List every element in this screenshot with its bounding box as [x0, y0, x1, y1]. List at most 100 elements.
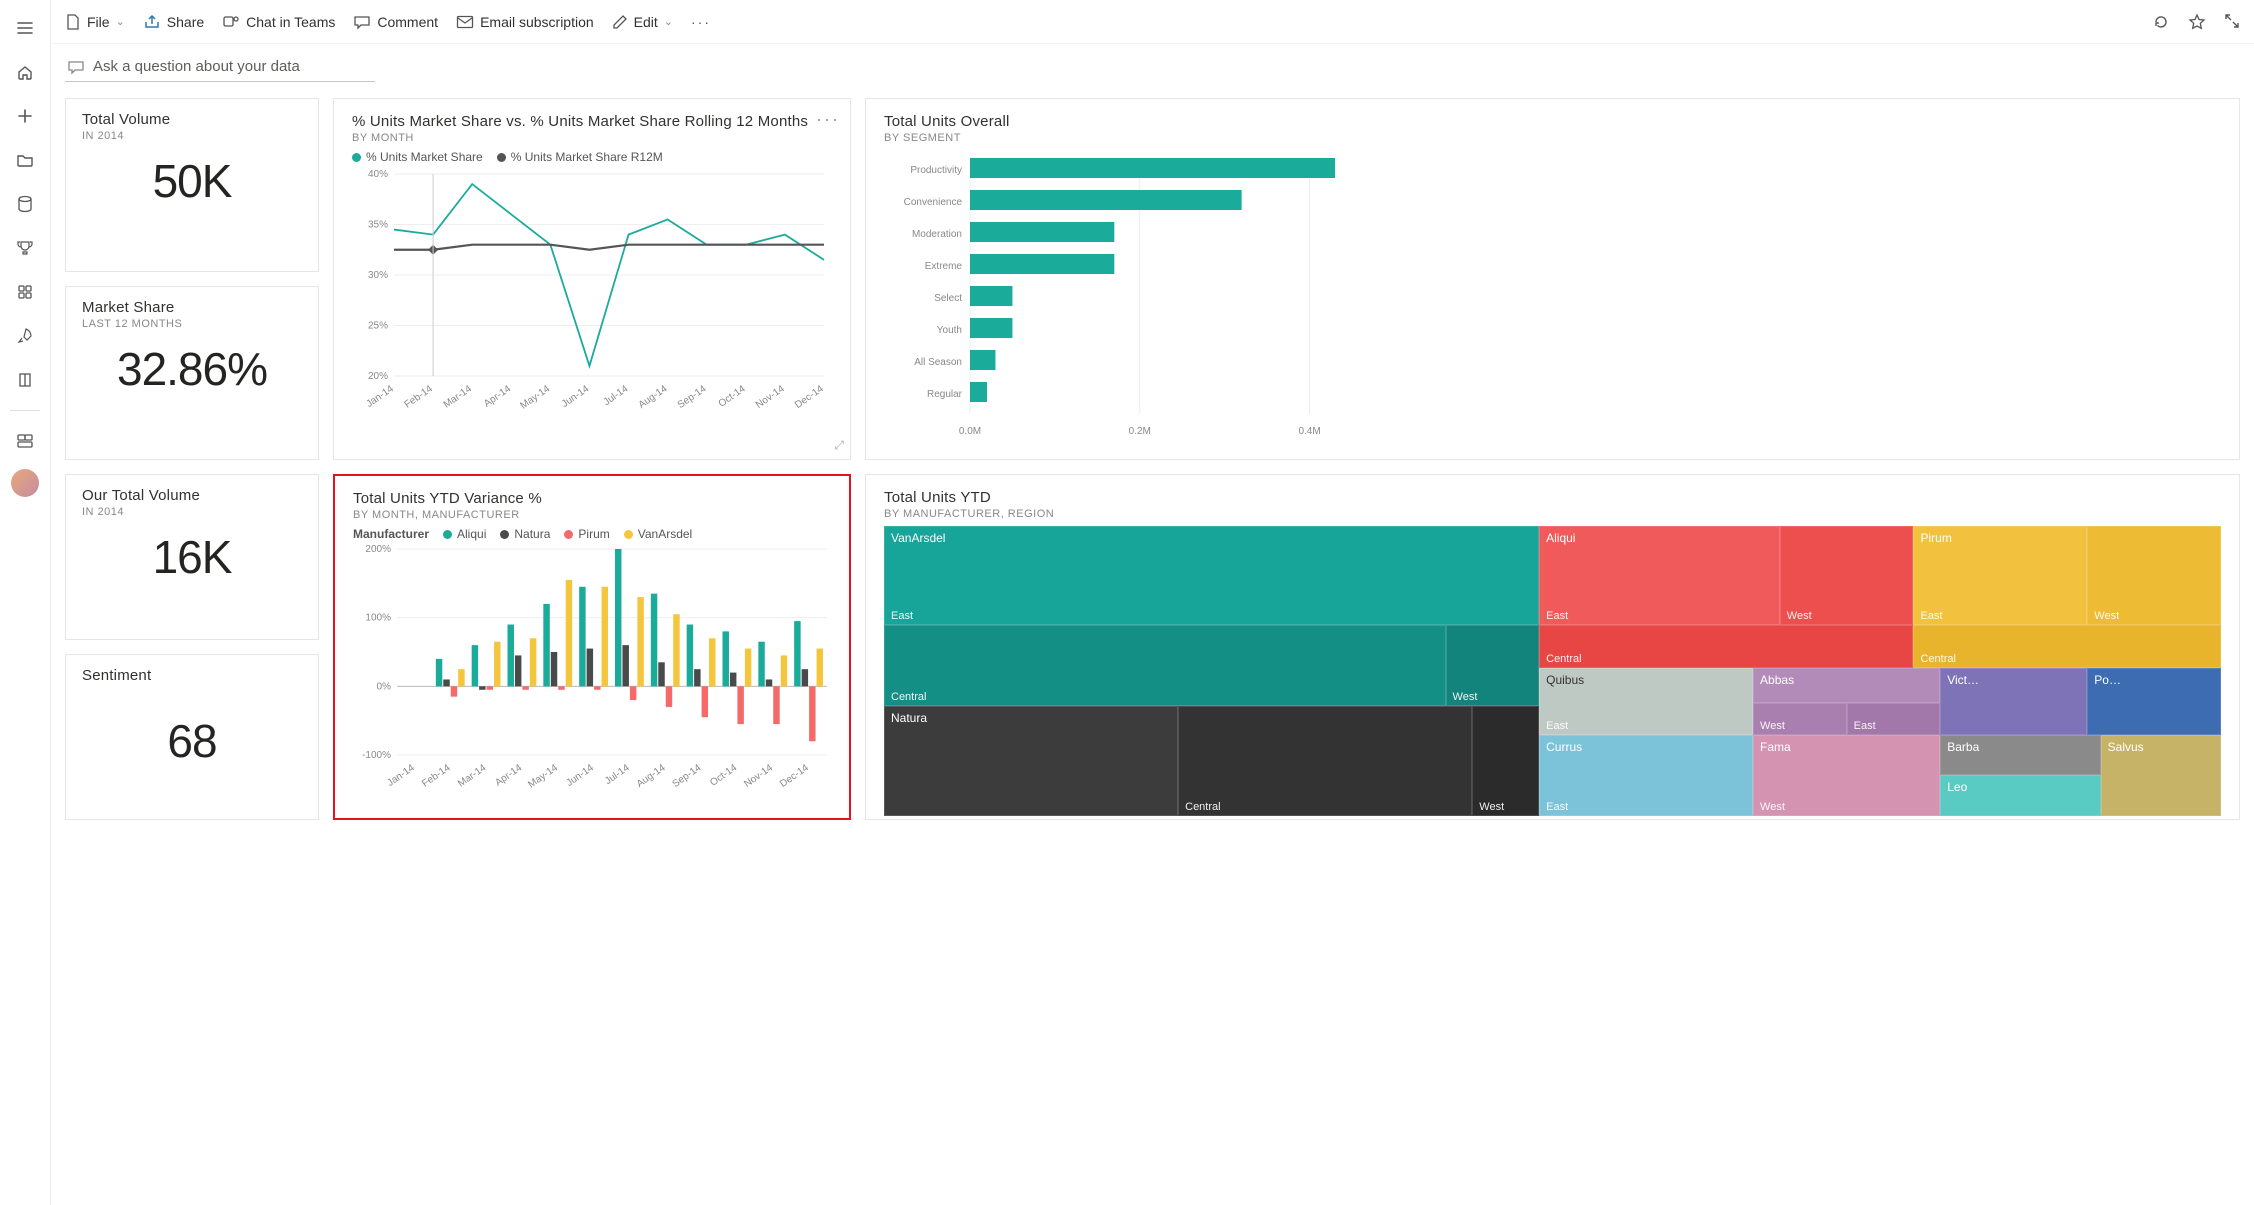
treemap-cell[interactable]: Central — [884, 625, 1446, 706]
svg-text:Sep-14: Sep-14 — [676, 383, 709, 411]
treemap-cell[interactable]: West — [1472, 706, 1539, 816]
edit-button[interactable]: Edit ⌄ — [612, 14, 673, 30]
data-icon[interactable] — [5, 184, 45, 224]
treemap-cell[interactable]: Central — [1913, 625, 2221, 669]
svg-text:Apr-14: Apr-14 — [493, 762, 524, 788]
comment-icon — [353, 14, 371, 30]
card-more-icon[interactable]: ··· — [816, 109, 840, 130]
workspace-icon[interactable] — [5, 421, 45, 461]
treemap-cell[interactable]: West — [1753, 703, 1847, 735]
treemap-cell[interactable]: Vict… — [1940, 668, 2087, 735]
card-sub: BY MANUFACTURER, REGION — [884, 508, 2221, 520]
svg-text:Aug-14: Aug-14 — [637, 383, 670, 411]
home-icon[interactable] — [5, 52, 45, 92]
svg-text:Regular: Regular — [927, 389, 963, 400]
treemap-cell[interactable]: Central — [1539, 625, 1913, 669]
share-button[interactable]: Share — [143, 14, 204, 30]
svg-text:Apr-14: Apr-14 — [482, 383, 513, 409]
expand-icon[interactable] — [2224, 13, 2240, 31]
treemap-cell[interactable]: CurrusEast — [1539, 735, 1753, 816]
treemap-cell[interactable]: East — [1847, 703, 1941, 735]
svg-text:Jul-14: Jul-14 — [603, 762, 632, 787]
treemap-cell[interactable]: Leo — [1940, 775, 2100, 816]
kpi-sub: IN 2014 — [82, 130, 302, 142]
treemap: VanArsdelEastCentralWestNaturaCentralWes… — [884, 526, 2221, 816]
svg-text:May-14: May-14 — [526, 762, 560, 790]
qa-row: Ask a question about your data — [51, 44, 2254, 88]
folder-icon[interactable] — [5, 140, 45, 180]
left-nav-rail — [0, 0, 51, 1205]
svg-text:Oct-14: Oct-14 — [708, 762, 739, 788]
edit-label: Edit — [634, 14, 658, 30]
file-menu[interactable]: File ⌄ — [65, 13, 125, 31]
refresh-icon[interactable] — [2152, 13, 2170, 31]
card-market-share-line[interactable]: ··· % Units Market Share vs. % Units Mar… — [333, 98, 851, 460]
card-treemap[interactable]: Total Units YTD BY MANUFACTURER, REGION … — [865, 474, 2240, 820]
share-label: Share — [167, 14, 204, 30]
card-units-by-segment[interactable]: Total Units Overall BY SEGMENT 0.0M0.2M0… — [865, 98, 2240, 460]
legend: Manufacturer Aliqui Natura Pirum VanArsd… — [353, 521, 831, 545]
kpi-market-share[interactable]: Market Share LAST 12 MONTHS 32.86% — [65, 286, 319, 460]
more-icon: ··· — [691, 14, 711, 30]
line-chart: 20%25%30%35%40%Jan-14Feb-14Mar-14Apr-14M… — [352, 168, 832, 418]
svg-text:30%: 30% — [368, 270, 388, 281]
avatar[interactable] — [11, 469, 39, 497]
top-toolbar: File ⌄ Share Chat in Teams Comment Email… — [51, 0, 2254, 44]
trophy-icon[interactable] — [5, 228, 45, 268]
legend-item: Pirum — [578, 527, 609, 541]
svg-text:0.4M: 0.4M — [1298, 426, 1320, 437]
card-variance-bars[interactable]: Total Units YTD Variance % BY MONTH, MAN… — [333, 474, 851, 820]
svg-text:Dec-14: Dec-14 — [778, 762, 811, 790]
rocket-icon[interactable] — [5, 316, 45, 356]
svg-text:Feb-14: Feb-14 — [420, 762, 453, 789]
card-sub: BY MONTH — [352, 132, 832, 144]
svg-text:Aug-14: Aug-14 — [635, 762, 668, 790]
treemap-cell[interactable]: Abbas — [1753, 668, 1940, 703]
apps-icon[interactable] — [5, 272, 45, 312]
kpi-title: Sentiment — [82, 667, 302, 684]
treemap-cell[interactable]: VanArsdelEast — [884, 526, 1539, 625]
treemap-cell[interactable]: West — [1780, 526, 1914, 625]
svg-text:Jan-14: Jan-14 — [385, 762, 417, 789]
kpi-sub: LAST 12 MONTHS — [82, 318, 302, 330]
kpi-our-volume[interactable]: Our Total Volume IN 2014 16K — [65, 474, 319, 640]
svg-text:May-14: May-14 — [518, 383, 552, 411]
card-title: Total Units YTD Variance % — [353, 490, 831, 507]
focus-mode-icon[interactable]: ⤢ — [834, 438, 844, 453]
treemap-cell[interactable]: West — [2087, 526, 2221, 625]
chat-label: Chat in Teams — [246, 14, 335, 30]
legend-item: % Units Market Share R12M — [511, 150, 663, 164]
treemap-cell[interactable]: PirumEast — [1913, 526, 2087, 625]
treemap-cell[interactable]: Barba — [1940, 735, 2100, 776]
treemap-cell[interactable]: QuibusEast — [1539, 668, 1753, 735]
svg-text:35%: 35% — [368, 220, 388, 231]
treemap-cell[interactable]: AliquiEast — [1539, 526, 1780, 625]
app-root: File ⌄ Share Chat in Teams Comment Email… — [0, 0, 2254, 1205]
chat-teams-button[interactable]: Chat in Teams — [222, 13, 335, 31]
kpi-sentiment[interactable]: Sentiment 68 — [65, 654, 319, 820]
svg-text:Jul-14: Jul-14 — [602, 383, 631, 408]
add-icon[interactable] — [5, 96, 45, 136]
pencil-icon — [612, 14, 628, 30]
svg-text:Mar-14: Mar-14 — [442, 383, 475, 410]
treemap-cell[interactable]: West — [1446, 625, 1540, 706]
menu-icon[interactable] — [5, 8, 45, 48]
star-icon[interactable] — [2188, 13, 2206, 31]
treemap-cell[interactable]: Central — [1178, 706, 1472, 816]
treemap-cell[interactable]: Salvus — [2101, 735, 2221, 816]
more-button[interactable]: ··· — [691, 14, 711, 30]
kpi-stack-1: Total Volume IN 2014 50K Market Share LA… — [65, 98, 319, 460]
mail-icon — [456, 15, 474, 29]
qa-input[interactable]: Ask a question about your data — [65, 54, 375, 82]
book-icon[interactable] — [5, 360, 45, 400]
svg-text:-100%: -100% — [362, 750, 391, 761]
teams-icon — [222, 13, 240, 31]
kpi-total-volume[interactable]: Total Volume IN 2014 50K — [65, 98, 319, 272]
treemap-cell[interactable]: Natura — [884, 706, 1178, 816]
email-sub-button[interactable]: Email subscription — [456, 14, 594, 30]
comment-button[interactable]: Comment — [353, 14, 438, 30]
hbar-chart: 0.0M0.2M0.4MProductivityConvenienceModer… — [884, 144, 1364, 444]
card-sub: BY SEGMENT — [884, 132, 2221, 144]
treemap-cell[interactable]: FamaWest — [1753, 735, 1940, 816]
treemap-cell[interactable]: Po… — [2087, 668, 2221, 735]
